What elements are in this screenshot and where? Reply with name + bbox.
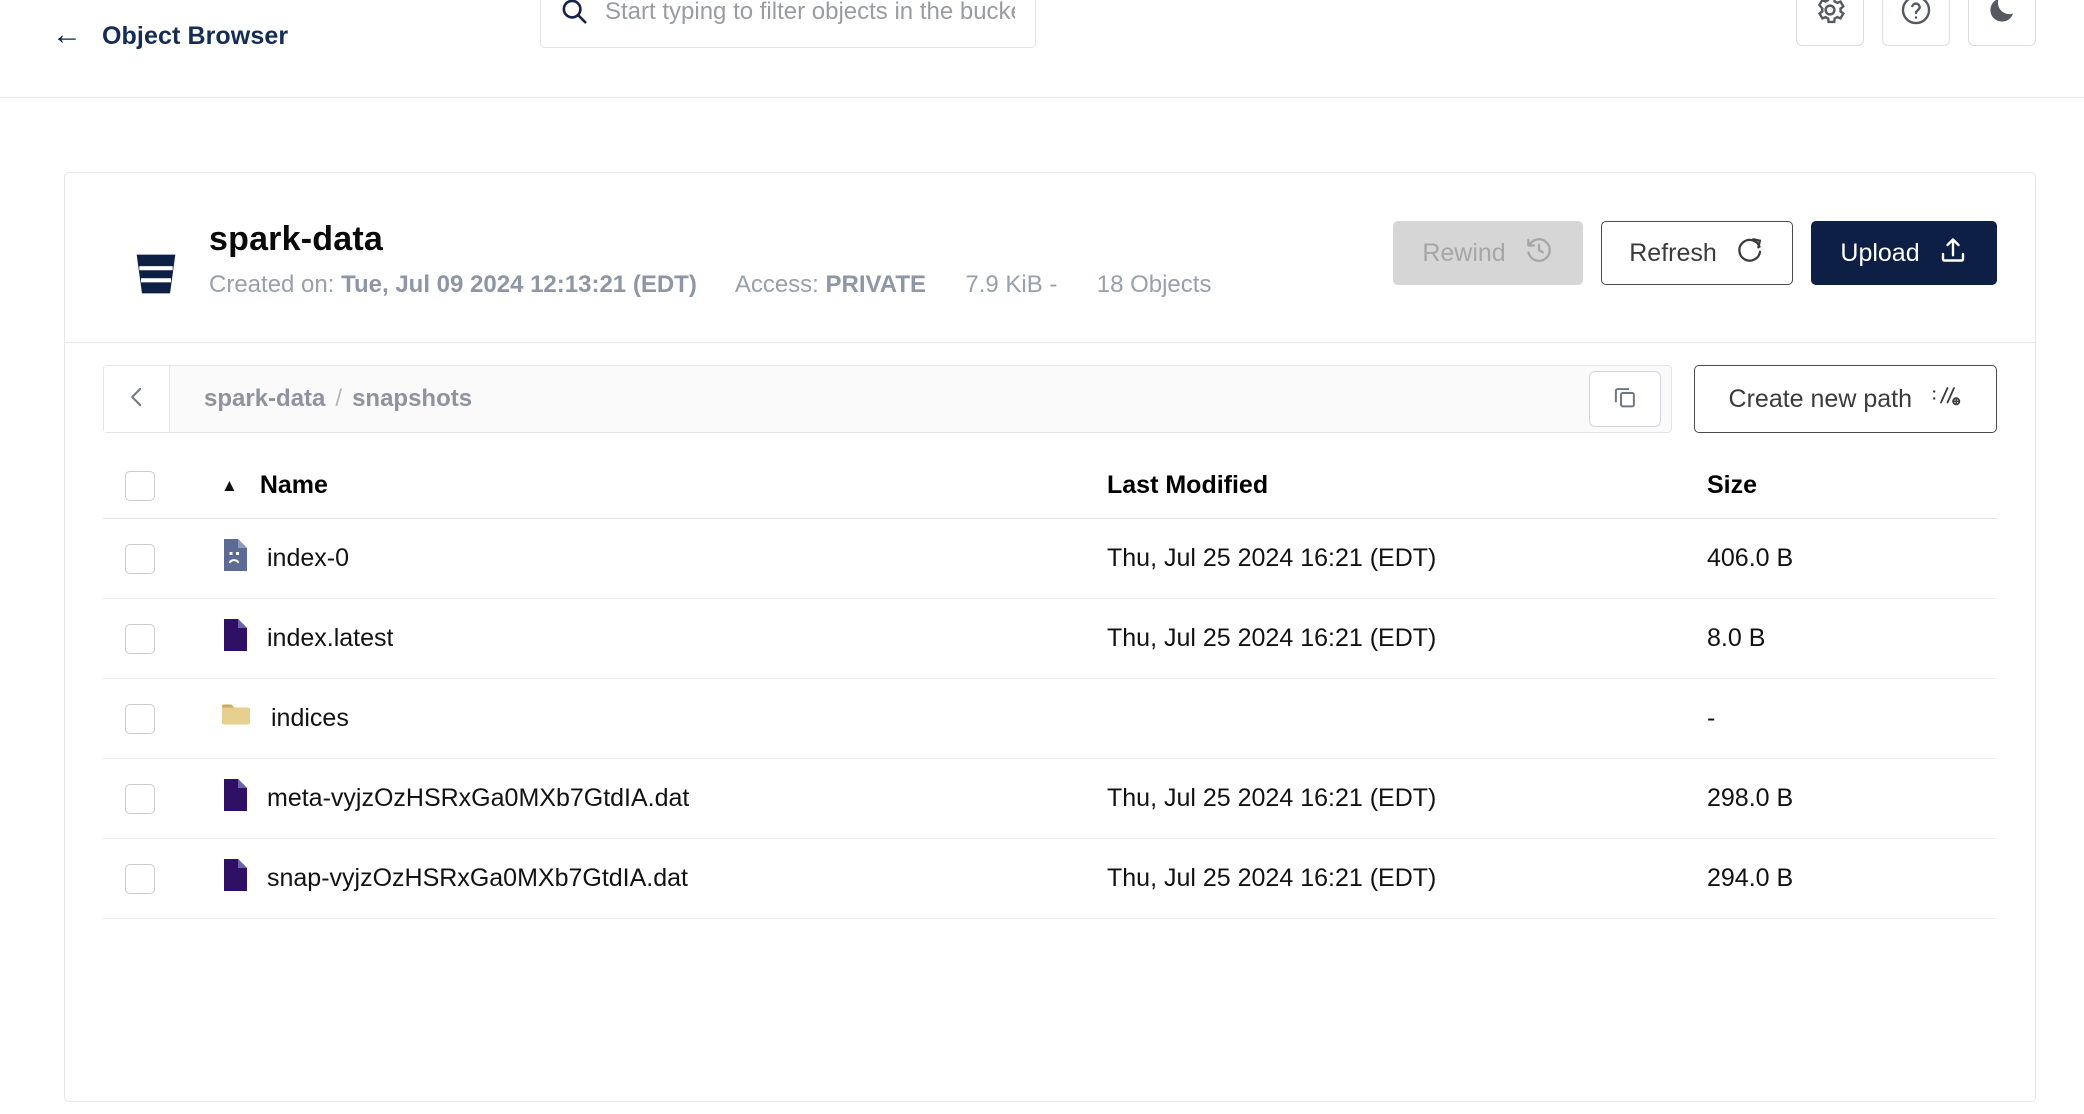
created-label: Created on: [209, 270, 335, 298]
object-last-modified: Thu, Jul 25 2024 16:21 (EDT) [1107, 784, 1437, 812]
chevron-left-icon [124, 384, 150, 415]
breadcrumb-segment-snapshots[interactable]: snapshots [352, 385, 472, 413]
breadcrumb-path: spark-data / snapshots [170, 366, 1589, 432]
object-name-cell[interactable]: meta-vyjzOzHSRxGa0MXb7GtdIA.dat [221, 779, 1107, 818]
object-name: index.latest [267, 624, 394, 652]
table-row[interactable]: index-0 Thu, Jul 25 2024 16:21 (EDT) 406… [103, 519, 1997, 599]
bucket-panel: spark-data Created on: Tue, Jul 09 2024 … [64, 172, 2036, 1102]
upload-label: Upload [1840, 238, 1920, 267]
row-select-cell [103, 783, 221, 814]
moon-icon [1986, 0, 2018, 31]
rewind-button[interactable]: Rewind [1393, 221, 1583, 285]
row-select-cell [103, 863, 221, 894]
row-checkbox[interactable] [125, 623, 155, 654]
column-header-name[interactable]: ▲ Name [221, 471, 1107, 500]
dark-mode-toggle[interactable] [1968, 0, 2036, 46]
question-circle-icon [1899, 0, 1933, 32]
search-icon [559, 0, 589, 31]
table-row[interactable]: snap-vyjzOzHSRxGa0MXb7GtdIA.dat Thu, Jul… [103, 839, 1997, 919]
file-unknown-icon [221, 539, 247, 578]
row-checkbox[interactable] [125, 543, 155, 574]
copy-icon [1611, 383, 1639, 416]
row-checkbox[interactable] [125, 783, 155, 814]
row-checkbox[interactable] [125, 863, 155, 894]
upload-button[interactable]: Upload [1811, 221, 1997, 285]
object-count: 18 Objects [1096, 270, 1212, 298]
breadcrumb-row: spark-data / snapshots Create new path [65, 343, 2035, 453]
copy-path-button[interactable] [1588, 371, 1661, 427]
object-name-cell[interactable]: index.latest [221, 619, 1107, 658]
refresh-label: Refresh [1629, 238, 1717, 267]
row-select-cell [103, 623, 221, 654]
gear-icon [1813, 0, 1847, 32]
breadcrumb-segment-bucket[interactable]: spark-data [204, 385, 325, 413]
row-checkbox[interactable] [125, 703, 155, 734]
column-header-name-label: Name [259, 471, 328, 499]
bucket-icon [127, 245, 185, 308]
object-size: - [1707, 704, 1716, 732]
object-size: 8.0 B [1707, 624, 1766, 652]
top-bar: ← Object Browser [0, 0, 2084, 98]
create-new-path-button[interactable]: Create new path [1693, 365, 1997, 433]
objects-table: ▲ Name Last Modified Size index-0 Thu, J… [65, 453, 2035, 919]
search-box[interactable] [540, 0, 1036, 48]
file-icon [221, 619, 247, 658]
object-size: 298.0 B [1707, 784, 1794, 812]
rewind-clock-icon [1524, 235, 1554, 272]
back-label: Object Browser [102, 21, 289, 50]
bucket-summary: Created on: Tue, Jul 09 2024 12:13:21 (E… [209, 268, 1289, 302]
object-last-modified: Thu, Jul 25 2024 16:21 (EDT) [1107, 624, 1437, 652]
rewind-label: Rewind [1422, 238, 1506, 267]
header-tool-buttons [1796, 0, 2036, 46]
table-header-row: ▲ Name Last Modified Size [103, 453, 1997, 519]
refresh-icon [1735, 235, 1765, 272]
object-name-cell[interactable]: snap-vyjzOzHSRxGa0MXb7GtdIA.dat [221, 859, 1107, 898]
file-icon [221, 859, 247, 898]
select-all-cell [103, 470, 221, 501]
object-name: index-0 [267, 544, 349, 572]
help-button[interactable] [1882, 0, 1950, 46]
object-name: snap-vyjzOzHSRxGa0MXb7GtdIA.dat [267, 864, 688, 892]
settings-button[interactable] [1796, 0, 1864, 46]
row-select-cell [103, 703, 221, 734]
sort-ascending-icon: ▲ [221, 475, 238, 495]
access-value: PRIVATE [825, 270, 926, 298]
folder-icon [221, 702, 251, 735]
created-value: Tue, Jul 09 2024 12:13:21 (EDT) [341, 270, 697, 298]
object-name: indices [271, 704, 349, 732]
breadcrumb: spark-data / snapshots [103, 365, 1672, 433]
breadcrumb-separator: / [335, 385, 343, 412]
object-size: 294.0 B [1707, 864, 1794, 892]
object-size: 406.0 B [1707, 544, 1794, 572]
path-icon [1932, 383, 1962, 416]
back-to-object-browser[interactable]: ← Object Browser [52, 0, 288, 72]
table-row[interactable]: meta-vyjzOzHSRxGa0MXb7GtdIA.dat Thu, Jul… [103, 759, 1997, 839]
file-icon [221, 779, 247, 818]
row-select-cell [103, 543, 221, 574]
column-header-last-modified[interactable]: Last Modified [1107, 471, 1707, 500]
table-row[interactable]: indices - [103, 679, 1997, 759]
object-name-cell[interactable]: index-0 [221, 539, 1107, 578]
object-last-modified: Thu, Jul 25 2024 16:21 (EDT) [1107, 544, 1437, 572]
bucket-header: spark-data Created on: Tue, Jul 09 2024 … [65, 173, 2035, 343]
access-label: Access: [734, 270, 819, 298]
search-input[interactable] [603, 0, 1017, 27]
bucket-size: 7.9 KiB - [965, 270, 1058, 298]
column-header-size[interactable]: Size [1707, 471, 1997, 500]
breadcrumb-back-button[interactable] [104, 366, 170, 432]
create-new-path-label: Create new path [1728, 384, 1912, 413]
object-name: meta-vyjzOzHSRxGa0MXb7GtdIA.dat [267, 784, 690, 812]
select-all-checkbox[interactable] [125, 470, 155, 501]
table-row[interactable]: index.latest Thu, Jul 25 2024 16:21 (EDT… [103, 599, 1997, 679]
refresh-button[interactable]: Refresh [1601, 221, 1793, 285]
object-last-modified: Thu, Jul 25 2024 16:21 (EDT) [1107, 864, 1437, 892]
upload-icon [1938, 235, 1968, 272]
arrow-left-icon: ← [52, 18, 82, 51]
bucket-actions: Rewind Refresh Upload [1393, 221, 1997, 285]
object-name-cell[interactable]: indices [221, 702, 1107, 735]
